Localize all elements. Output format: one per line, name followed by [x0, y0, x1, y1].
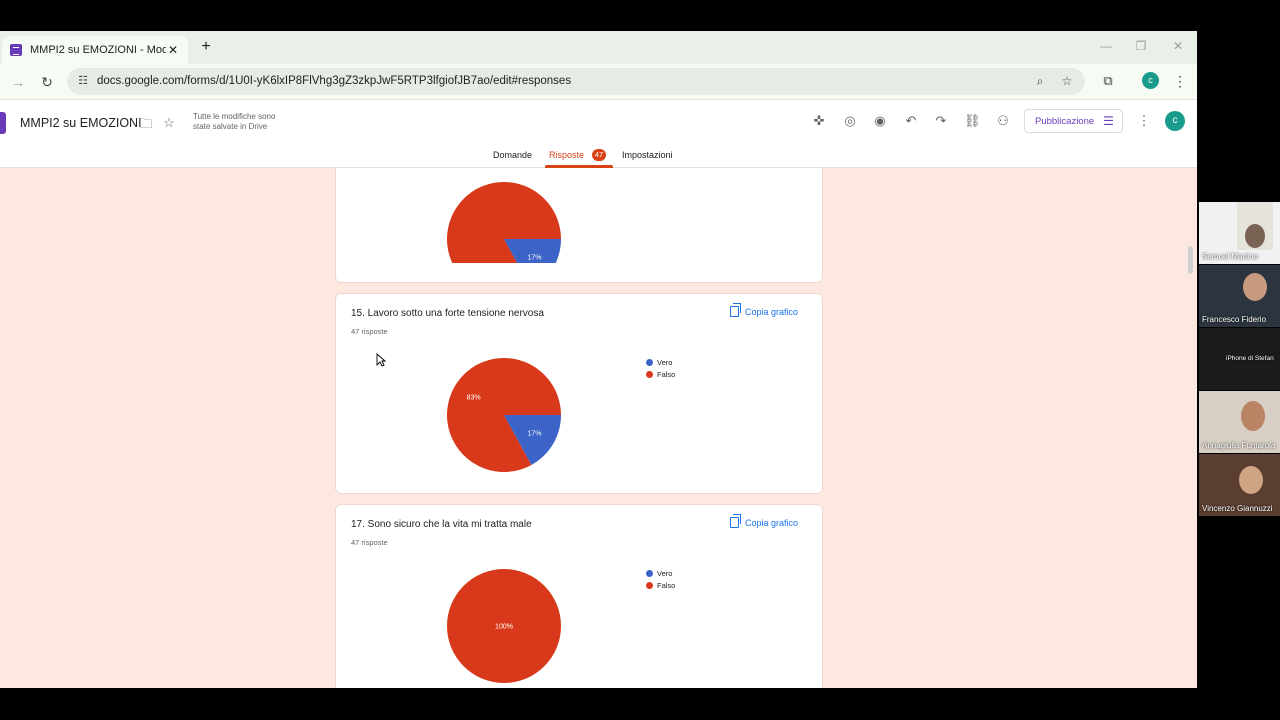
participant-tile[interactable]: Samuel Martino: [1199, 202, 1280, 264]
extensions-icon[interactable]: ⧉: [1100, 73, 1116, 89]
url-text[interactable]: docs.google.com/forms/d/1U0I-yK6lxIP8FlV…: [97, 75, 571, 87]
scrollbar-thumb[interactable]: [1188, 246, 1193, 274]
publish-label: Pubblicazione: [1035, 115, 1095, 127]
tab-settings[interactable]: Impostazioni: [622, 150, 673, 160]
copy-chart-button[interactable]: Copia grafico: [730, 303, 799, 317]
forms-header: MMPI2 su EMOZIONI 🗀 ☆ Tutte le modifiche…: [0, 100, 1197, 168]
participant-video: [1241, 401, 1265, 431]
zoom-icon[interactable]: ⌕: [1033, 74, 1047, 88]
publish-button[interactable]: Pubblicazione ☰: [1024, 109, 1123, 133]
responses-count-badge: 47: [592, 149, 606, 161]
browser-window: MMPI2 su EMOZIONI - Moduli ✕ + — ❐ ✕ → ↻…: [0, 31, 1197, 688]
more-options-icon[interactable]: ⋮: [1136, 113, 1152, 129]
question-card: 17%: [335, 168, 823, 283]
mouse-cursor-icon: [376, 353, 386, 367]
reload-icon[interactable]: ↻: [38, 73, 56, 91]
video-call-participants: Samuel Martino Francesco Fiderio iPhone …: [1199, 202, 1280, 520]
form-tabs: Domande Risposte 47 Impostazioni: [0, 148, 1197, 168]
participant-tile[interactable]: Annagiulia Fumarola: [1199, 391, 1280, 453]
legend-label: Vero: [657, 568, 673, 578]
question-title: 17. Sono sicuro che la vita mi tratta ma…: [351, 519, 532, 530]
participant-video: [1239, 466, 1263, 494]
omnibox[interactable]: ☷ docs.google.com/forms/d/1U0I-yK6lxIP8F…: [67, 68, 1085, 95]
legend-label: Falso: [657, 369, 676, 379]
pie-chart: 100%: [447, 569, 561, 683]
browser-tab[interactable]: MMPI2 su EMOZIONI - Moduli ✕: [2, 36, 188, 64]
copy-chart-label: Copia grafico: [745, 517, 799, 528]
addons-icon[interactable]: ✜: [811, 113, 827, 129]
legend-label: Vero: [657, 357, 673, 367]
participant-name: Vincenzo Giannuzzi: [1202, 504, 1273, 513]
minimize-icon[interactable]: —: [1098, 39, 1114, 53]
legend-label: Falso: [657, 580, 676, 590]
pie-chart: 17%: [447, 182, 561, 263]
add-collaborator-icon[interactable]: ⚇: [995, 113, 1011, 129]
browser-menu-icon[interactable]: ⋮: [1173, 73, 1187, 89]
folder-icon[interactable]: 🗀: [138, 116, 154, 132]
question-card: 17. Sono sicuro che la vita mi tratta ma…: [335, 504, 823, 688]
forms-logo-icon[interactable]: [0, 112, 6, 134]
legend-dot: [646, 569, 653, 577]
tab-questions[interactable]: Domande: [493, 150, 532, 160]
new-tab-plus-icon[interactable]: +: [197, 38, 215, 56]
pie-label-vero: 17%: [527, 254, 541, 261]
screen: MMPI2 su EMOZIONI - Moduli ✕ + — ❐ ✕ → ↻…: [0, 0, 1280, 720]
participant-video: [1245, 224, 1265, 248]
legend-dot: [646, 370, 653, 378]
pie-chart: 17% 83%: [447, 358, 561, 472]
form-title[interactable]: MMPI2 su EMOZIONI: [20, 116, 142, 130]
legend-dot: [646, 581, 653, 589]
question-title: 15. Lavoro sotto una forte tensione nerv…: [351, 308, 544, 319]
question-card: 15. Lavoro sotto una forte tensione nerv…: [335, 293, 823, 494]
response-count: 47 risposte: [351, 538, 388, 547]
legend-item-falso: Falso: [646, 579, 675, 591]
link-icon[interactable]: ⛓: [964, 113, 981, 129]
legend-item-falso: Falso: [646, 368, 675, 380]
participant-name: Samuel Martino: [1202, 252, 1259, 261]
sliders-icon: ☰: [1103, 114, 1114, 128]
pie-label-vero: 17%: [527, 430, 541, 437]
chart-legend: Vero Falso: [646, 356, 675, 380]
account-avatar[interactable]: c: [1165, 111, 1185, 131]
copy-icon: [730, 514, 741, 528]
preview-eye-icon[interactable]: ◉: [872, 113, 888, 129]
forward-icon[interactable]: →: [9, 73, 27, 91]
star-icon[interactable]: ☆: [161, 115, 177, 131]
chart-legend: Vero Falso: [646, 567, 675, 591]
responses-content[interactable]: 17% 15. Lavoro sotto una forte tensione …: [0, 168, 1197, 688]
restore-icon[interactable]: ❐: [1133, 39, 1149, 53]
save-status: Tutte le modifiche sono state salvate in…: [193, 112, 276, 131]
bookmark-star-icon[interactable]: ☆: [1060, 74, 1074, 88]
copy-icon: [730, 303, 741, 317]
palette-icon[interactable]: ◎: [842, 113, 858, 129]
participant-name: iPhone di Stefan: [1226, 355, 1274, 362]
participant-name: Annagiulia Fumarola: [1202, 441, 1276, 450]
redo-icon[interactable]: ↷: [933, 113, 949, 129]
profile-avatar[interactable]: c: [1142, 72, 1159, 89]
pie-label-falso: 83%: [467, 395, 481, 402]
site-info-icon[interactable]: ☷: [76, 74, 90, 88]
participant-name: Francesco Fiderio: [1202, 315, 1267, 324]
participant-tile[interactable]: Vincenzo Giannuzzi: [1199, 454, 1280, 516]
copy-chart-label: Copia grafico: [745, 306, 799, 317]
participant-tile[interactable]: iPhone di Stefan: [1199, 328, 1280, 390]
undo-icon[interactable]: ↶: [903, 113, 919, 129]
tab-responses[interactable]: Risposte: [549, 150, 584, 160]
tab-title: MMPI2 su EMOZIONI - Moduli: [30, 44, 166, 56]
google-forms-icon: [10, 44, 22, 56]
legend-item-vero: Vero: [646, 567, 675, 579]
participant-video: [1243, 273, 1267, 301]
tab-bar: MMPI2 su EMOZIONI - Moduli ✕ + — ❐ ✕: [0, 31, 1197, 64]
participant-tile[interactable]: Francesco Fiderio: [1199, 265, 1280, 327]
legend-item-vero: Vero: [646, 356, 675, 368]
address-bar-row: → ↻ ☷ docs.google.com/forms/d/1U0I-yK6lx…: [0, 64, 1197, 100]
legend-dot: [646, 358, 653, 366]
pie-label-falso: 100%: [495, 624, 513, 631]
response-count: 47 risposte: [351, 327, 388, 336]
copy-chart-button[interactable]: Copia grafico: [730, 514, 799, 528]
close-tab-icon[interactable]: ✕: [166, 43, 180, 57]
close-window-icon[interactable]: ✕: [1170, 39, 1186, 53]
